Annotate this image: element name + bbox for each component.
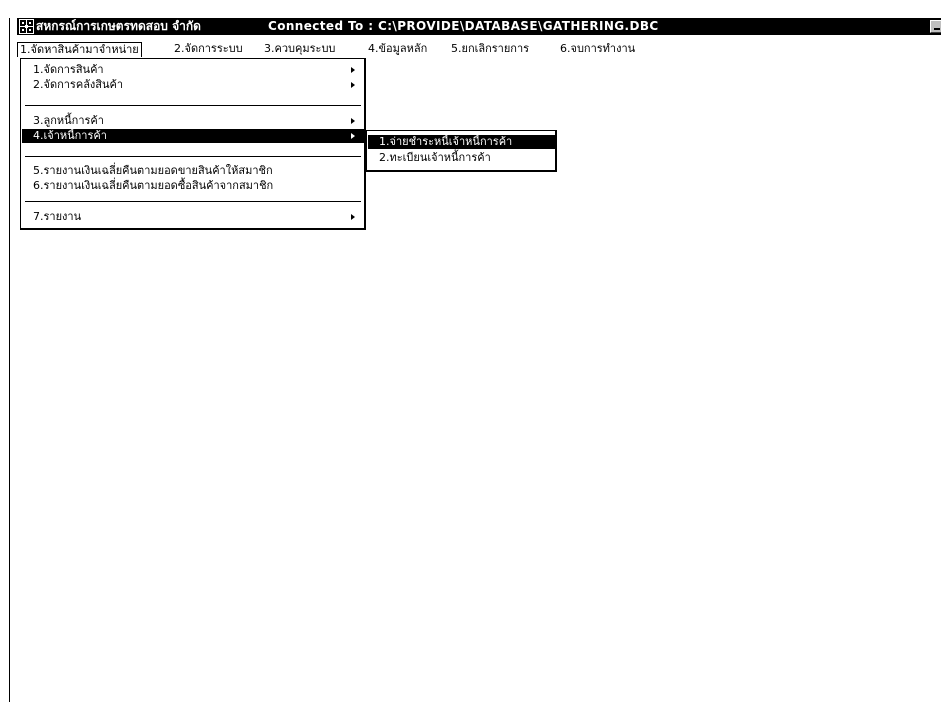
dropdown-item-label: 4.เจ้าหนี้การค้า — [33, 129, 107, 142]
procurement-dropdown: 1.จัดการสินค้า 2.จัดการคลังสินค้า 3.ลูกห… — [20, 58, 366, 230]
dropdown-item-accounts-receivable[interactable]: 3.ลูกหนี้การค้า — [22, 114, 364, 128]
submenu-arrow-icon — [351, 118, 355, 124]
menu-bar: 1.จัดหาสินค้ามาจำหน่าย 2.จัดการระบบ 3.คว… — [17, 42, 941, 57]
title-bar: สหกรณ์การเกษตรทดสอบ จำกัด Connected To :… — [17, 18, 941, 35]
menu-master-data[interactable]: 4.ข้อมูลหลัก — [366, 42, 429, 57]
menu-separator — [25, 201, 361, 202]
dropdown-item-label: 2.จัดการคลังสินค้า — [33, 78, 124, 91]
submenu-item-pay-creditor[interactable]: 1.จ่ายชำระหนี้เจ้าหนี้การค้า — [368, 135, 555, 149]
menu-exit[interactable]: 6.จบการทำงาน — [558, 42, 637, 57]
dropdown-item-label: 3.ลูกหนี้การค้า — [33, 114, 104, 127]
connection-status: Connected To : C:\PROVIDE\DATABASE\GATHE… — [268, 19, 659, 33]
minimize-icon[interactable] — [930, 20, 941, 33]
dropdown-item-label: 6.รายงานเงินเฉลี่ยคืนตามยอดซื้อสินค้าจาก… — [33, 179, 274, 192]
dropdown-item-reports[interactable]: 7.รายงาน — [22, 210, 364, 224]
menu-separator — [25, 156, 361, 157]
dropdown-item-purchase-dividend-report[interactable]: 6.รายงานเงินเฉลี่ยคืนตามยอดซื้อสินค้าจาก… — [22, 179, 364, 193]
menu-separator — [25, 105, 361, 106]
accounts-payable-submenu: 1.จ่ายชำระหนี้เจ้าหนี้การค้า 2.ทะเบียนเจ… — [366, 130, 557, 172]
dropdown-item-manage-warehouse[interactable]: 2.จัดการคลังสินค้า — [22, 78, 364, 92]
app-icon[interactable] — [19, 19, 34, 34]
dropdown-item-manage-products[interactable]: 1.จัดการสินค้า — [22, 63, 364, 77]
menu-cancel-transaction[interactable]: 5.ยกเลิกรายการ — [449, 42, 531, 57]
dropdown-item-label: 1.จัดการสินค้า — [33, 63, 104, 76]
submenu-item-creditor-register[interactable]: 2.ทะเบียนเจ้าหนี้การค้า — [368, 151, 555, 165]
submenu-arrow-icon — [351, 67, 355, 73]
submenu-arrow-icon — [351, 214, 355, 220]
menu-procurement[interactable]: 1.จัดหาสินค้ามาจำหน่าย — [17, 42, 142, 57]
dropdown-item-label: 5.รายงานเงินเฉลี่ยคืนตามยอดขายสินค้าให้ส… — [33, 164, 273, 177]
dropdown-item-sales-dividend-report[interactable]: 5.รายงานเงินเฉลี่ยคืนตามยอดขายสินค้าให้ส… — [22, 164, 364, 178]
submenu-arrow-icon — [351, 82, 355, 88]
menu-system-control[interactable]: 3.ควบคุมระบบ — [262, 42, 337, 57]
dropdown-item-accounts-payable[interactable]: 4.เจ้าหนี้การค้า — [22, 129, 364, 143]
app-title: สหกรณ์การเกษตรทดสอบ จำกัด — [36, 19, 201, 33]
dropdown-item-label: 7.รายงาน — [33, 210, 82, 223]
menu-system-management[interactable]: 2.จัดการระบบ — [172, 42, 245, 57]
submenu-arrow-icon — [351, 133, 355, 139]
